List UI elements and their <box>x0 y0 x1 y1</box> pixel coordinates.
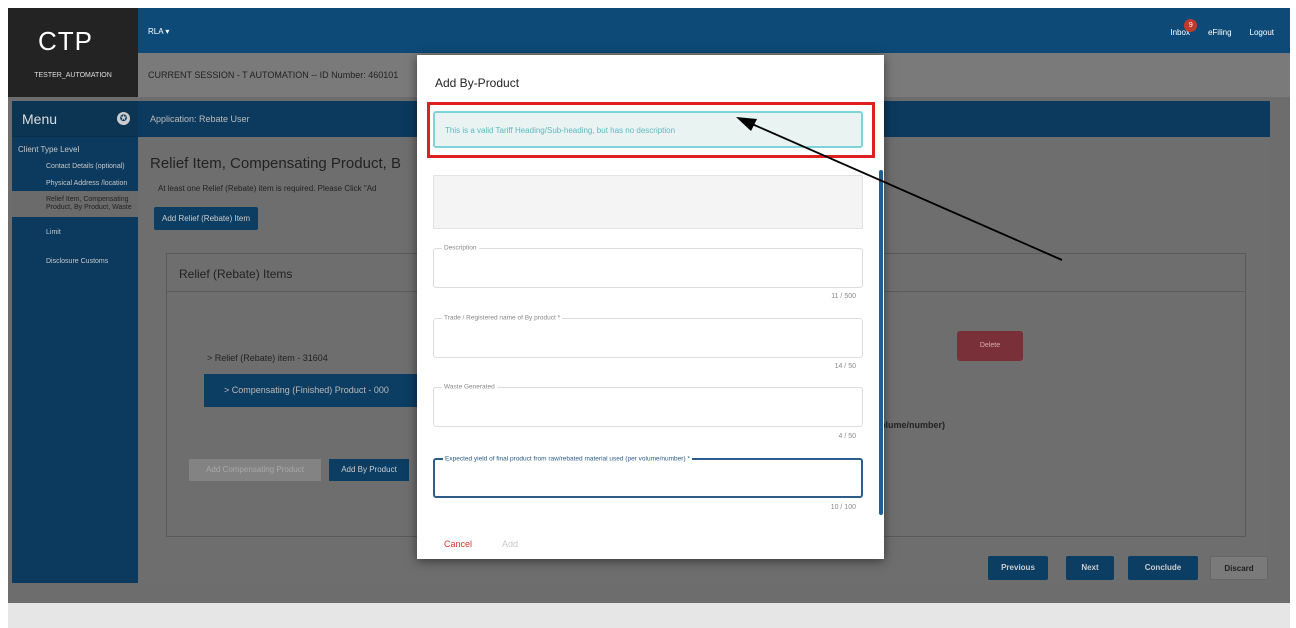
add-compensating-product-button[interactable]: Add Compensating Product <box>189 459 321 481</box>
menu-section-title: Client Type Level <box>18 145 80 154</box>
expected-yield-label: Expected yield of final product from raw… <box>443 455 692 463</box>
waste-generated-counter: 4 / 50 <box>838 433 856 440</box>
description-field[interactable]: Description <box>433 244 863 288</box>
top-links: Inbox 9 eFiling Logout <box>1170 19 1274 37</box>
discard-button[interactable]: Discard <box>1210 556 1268 580</box>
efiling-link[interactable]: eFiling <box>1208 28 1232 37</box>
page-title: Relief Item, Compensating Product, B <box>150 155 401 172</box>
add-relief-item-button[interactable]: Add Relief (Rebate) Item <box>154 207 259 230</box>
relief-item-row[interactable]: > Relief (Rebate) item - 31604 <box>207 353 328 363</box>
sidebar-item-contact-details[interactable]: Contact Details (optional) <box>12 158 138 174</box>
trade-name-label: Trade / Registered name of By product * <box>442 314 563 322</box>
add-button[interactable]: Add <box>502 539 518 549</box>
previous-button[interactable]: Previous <box>988 556 1048 580</box>
top-bar: RLA ▾ Inbox 9 eFiling Logout <box>8 8 1290 53</box>
card-title: Relief (Rebate) Items <box>179 267 293 281</box>
sidebar-item-disclosure-customs[interactable]: Disclosure Customs <box>12 240 138 269</box>
cancel-button[interactable]: Cancel <box>444 539 472 549</box>
description-label: Description <box>442 244 479 252</box>
logo: CTP <box>38 26 93 56</box>
session-text: CURRENT SESSION - T AUTOMATION -- ID Num… <box>148 70 399 80</box>
logout-link[interactable]: Logout <box>1250 28 1274 37</box>
trade-name-field[interactable]: Trade / Registered name of By product * <box>433 314 863 358</box>
next-button[interactable]: Next <box>1066 556 1114 580</box>
inbox-count-badge: 9 <box>1184 19 1198 32</box>
expected-yield-field[interactable]: Expected yield of final product from raw… <box>433 455 863 498</box>
logo-block: CTP TESTER_AUTOMATION <box>8 8 138 97</box>
role-dropdown[interactable]: RLA ▾ <box>148 27 169 36</box>
dialog-scrollbar[interactable] <box>879 170 883 515</box>
menu-toggle-icon[interactable]: ✪ <box>117 112 130 125</box>
waste-generated-field[interactable]: Waste Generated <box>433 383 863 427</box>
menu-header: Menu ✪ <box>12 101 138 137</box>
inbox-link[interactable]: Inbox 9 <box>1170 19 1198 37</box>
trade-name-counter: 14 / 50 <box>834 363 856 370</box>
expected-yield-counter: 10 / 100 <box>830 504 856 511</box>
sidebar-item-physical-address[interactable]: Physical Address /location <box>12 174 138 191</box>
highlight-box <box>427 102 875 158</box>
sidebar: Menu ✪ Client Type Level Contact Details… <box>12 101 138 583</box>
waste-generated-label: Waste Generated <box>442 383 497 391</box>
bottom-strip <box>8 603 1290 628</box>
delete-button[interactable]: Delete <box>957 331 1023 361</box>
conclude-button[interactable]: Conclude <box>1128 556 1198 580</box>
sidebar-item-relief-items[interactable]: Relief Item, Compensating Product, By Pr… <box>12 191 138 217</box>
menu-title: Menu <box>22 111 58 127</box>
info-text: At least one Relief (Rebate) item is req… <box>158 184 377 193</box>
application-title: Application: Rebate User <box>150 114 250 124</box>
username: TESTER_AUTOMATION <box>34 72 112 79</box>
sidebar-item-limit[interactable]: Limit <box>12 217 138 240</box>
compensating-product-row[interactable]: > Compensating (Finished) Product - 000 <box>204 374 424 407</box>
description-counter: 11 / 500 <box>831 293 856 300</box>
tariff-heading-field[interactable] <box>433 175 863 229</box>
dialog-title: Add By-Product <box>435 76 520 90</box>
add-by-product-button[interactable]: Add By Product <box>329 459 409 481</box>
